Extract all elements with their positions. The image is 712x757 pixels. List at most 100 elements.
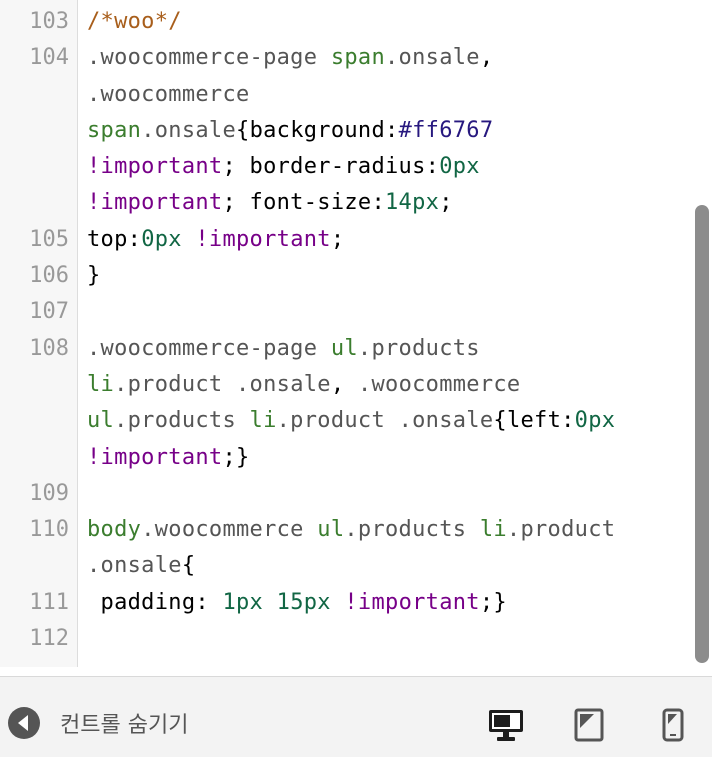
code-token: ;: [222, 190, 250, 216]
monitor-icon: [489, 710, 523, 741]
code-token: :: [371, 190, 385, 216]
line-number: 107: [29, 299, 69, 325]
desktop-preview-button[interactable]: [487, 707, 525, 743]
code-token: {: [236, 117, 250, 143]
code-text-row: [87, 476, 697, 512]
code-token: 0px: [439, 154, 480, 180]
code-line[interactable]: 110 body.woocommerce ul.products li.produ…: [0, 512, 712, 585]
code-line[interactable]: 111 padding: 1px 15px !important;}: [0, 585, 712, 621]
code-text-row: padding: 1px 15px !important;}: [87, 585, 697, 621]
code-line[interactable]: 108 .woocommerce-page ul.products li.produ…: [0, 331, 712, 476]
code-token: !important: [195, 226, 331, 252]
code-text-row: !important; border-radius:0px: [87, 149, 697, 185]
code-text-row: [87, 294, 697, 330]
code-text-row: ul.products li.product .onsale{left:0px: [87, 403, 697, 439]
tablet-preview-button[interactable]: [570, 707, 608, 743]
code-token: ,: [330, 371, 358, 397]
code-token: 0px: [574, 408, 616, 434]
code-token: li: [249, 408, 277, 434]
code-text-row: body.woocommerce ul.products li.product: [87, 512, 697, 548]
code-text-row: }: [87, 258, 697, 294]
code-line[interactable]: 107: [0, 294, 712, 330]
code-token: ;}: [222, 444, 250, 470]
code-token: .woocommerce: [141, 517, 304, 543]
code-token: :: [561, 408, 575, 434]
triangle-left-icon: [8, 707, 40, 739]
code-token: top: [87, 226, 128, 252]
line-number: 110: [29, 517, 69, 543]
line-number: 105: [29, 226, 69, 252]
code-token: !important: [87, 154, 223, 180]
code-token: left: [506, 408, 562, 434]
line-number: 104: [29, 45, 69, 71]
code-token: !important: [87, 190, 223, 216]
tablet-icon: [574, 708, 604, 742]
code-token: .products: [114, 408, 236, 434]
code-token: li: [479, 517, 507, 543]
code-token: .product: [276, 408, 386, 434]
code-editor[interactable]: 103/*woo*/104 .woocommerce-page span.onsa…: [0, 0, 712, 667]
code-text-row: top:0px !important;: [87, 222, 697, 258]
mobile-preview-button[interactable]: [654, 707, 692, 743]
code-text-row: .woocommerce-page span.onsale,: [87, 40, 697, 76]
code-token: .products: [357, 335, 480, 361]
customizer-footer: 컨트롤 숨기기: [0, 676, 712, 757]
line-number: 109: [29, 480, 69, 506]
code-token: !important: [87, 444, 223, 470]
code-line[interactable]: 105 top:0px !important;: [0, 222, 712, 258]
code-token: .product: [114, 371, 223, 397]
code-token: ;: [439, 190, 453, 216]
phone-icon: [662, 708, 684, 742]
code-line[interactable]: 106}: [0, 258, 712, 294]
code-token: ;}: [479, 589, 507, 615]
line-number: 106: [29, 263, 69, 289]
code-token: /*woo*/: [87, 9, 182, 34]
code-text-row: [87, 621, 697, 657]
hide-controls-button[interactable]: 컨트롤 숨기기: [8, 707, 188, 739]
code-line[interactable]: 104 .woocommerce-page span.onsale, .woocom…: [0, 40, 712, 221]
code-token: 14px: [385, 190, 440, 216]
code-token: border-radius: [249, 154, 426, 180]
code-token: .product: [506, 517, 616, 543]
code-token: padding: [87, 589, 196, 615]
code-token: .woocommerce: [87, 81, 250, 107]
code-token: li: [87, 371, 115, 397]
code-token: ;: [330, 226, 345, 252]
line-number: 112: [29, 626, 69, 652]
code-token: .woocommerce: [357, 371, 521, 397]
code-text-row: /*woo*/: [87, 4, 697, 40]
code-token: :: [195, 589, 223, 615]
code-token: 1px: [222, 589, 264, 615]
code-lines[interactable]: 103/*woo*/104 .woocommerce-page span.onsa…: [0, 4, 712, 657]
code-token: font-size: [249, 190, 372, 216]
code-token: .onsale: [141, 117, 237, 143]
code-text-row: !important; font-size:14px;: [87, 185, 697, 221]
code-token: .onsale: [236, 371, 331, 397]
code-token: }: [87, 263, 101, 289]
code-line[interactable]: 109: [0, 476, 712, 512]
code-token: .onsale: [385, 45, 480, 71]
code-token: !important: [344, 589, 480, 615]
code-token: 15px: [276, 589, 331, 615]
code-line[interactable]: 112: [0, 621, 712, 657]
code-text-row: .onsale{: [87, 548, 697, 584]
code-token: :: [425, 154, 440, 180]
code-token: ul: [330, 335, 358, 361]
code-token: span: [87, 117, 142, 143]
code-token: .woocommerce-page: [87, 45, 318, 71]
code-token: ul: [87, 408, 115, 434]
code-text-row: .woocommerce-page ul.products: [87, 331, 697, 367]
code-text-row: !important;}: [87, 440, 697, 476]
code-token: .products: [344, 517, 467, 543]
code-token: ,: [479, 45, 494, 71]
vertical-scrollbar-thumb[interactable]: [695, 205, 709, 663]
code-token: :: [127, 226, 142, 252]
code-line[interactable]: 103 /*woo*/: [0, 4, 712, 40]
code-token: .onsale: [398, 408, 494, 434]
code-token: :: [385, 117, 399, 143]
